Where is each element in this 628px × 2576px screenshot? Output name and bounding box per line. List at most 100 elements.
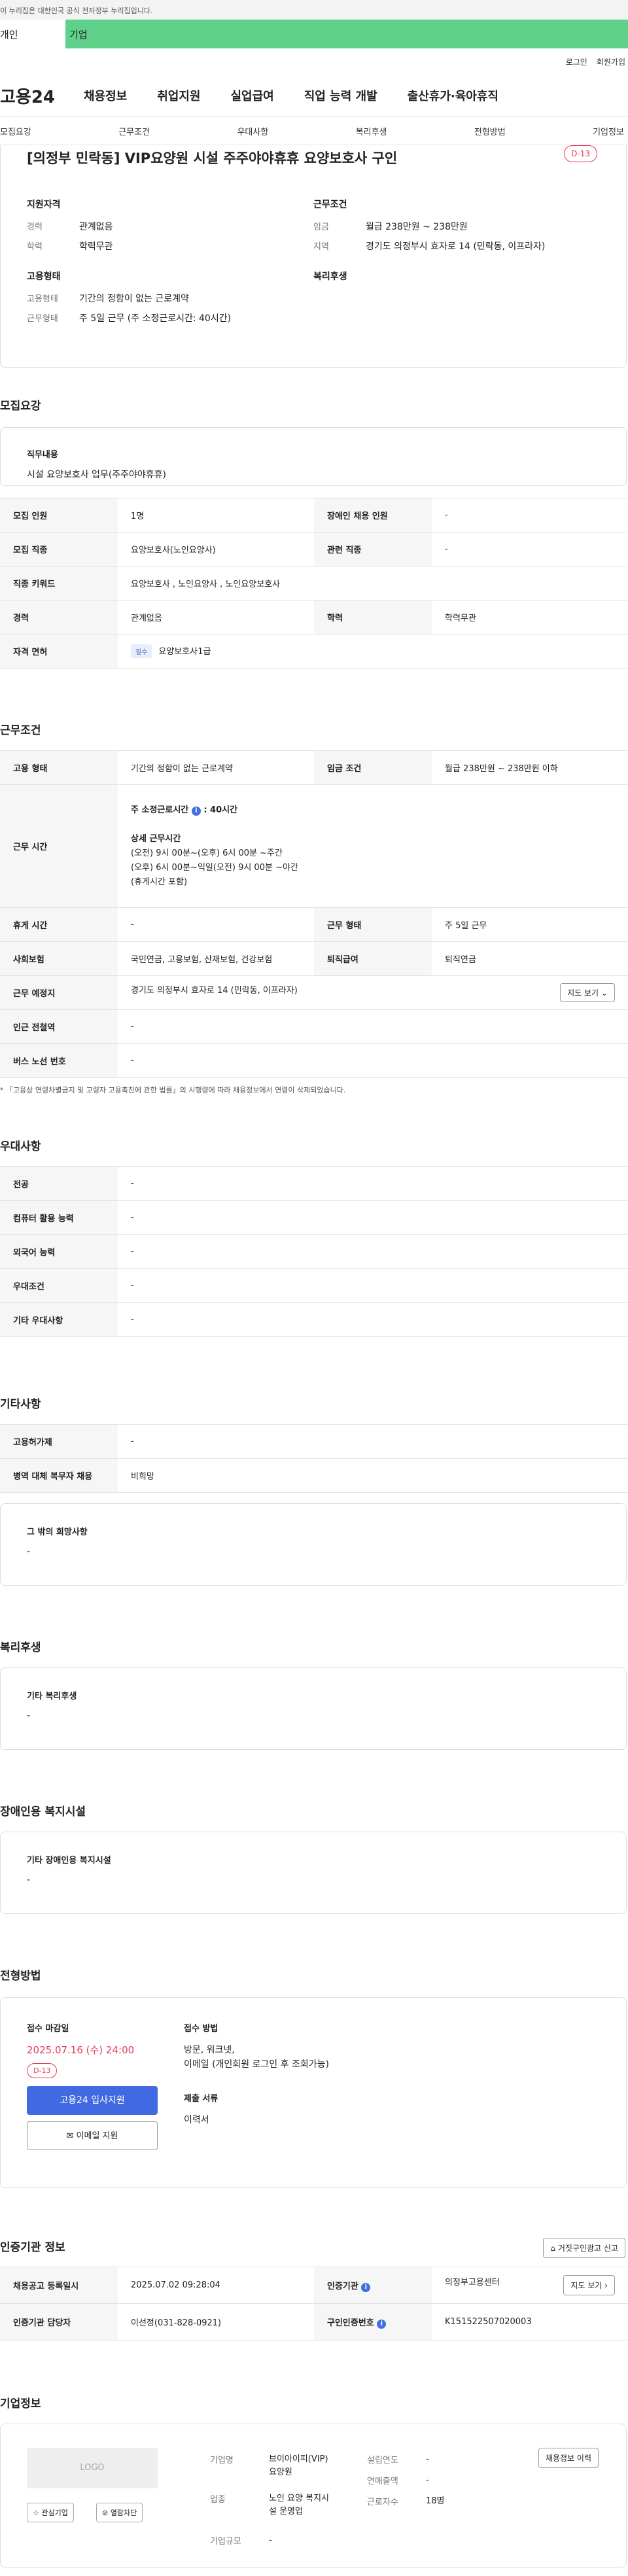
email-apply-button[interactable]: ✉ 이메일 지원 — [27, 2121, 158, 2150]
method-value: 방문, 워크넷, 이메일 (개인회원 로그인 후 조회가능) — [184, 2043, 329, 2072]
requirements-table: 모집 인원 1명 장애인 채용 인원 - 모집 직종 요양보호사(노인요양사) … — [0, 498, 628, 669]
agency-map-button[interactable]: 지도 보기 › — [563, 2275, 615, 2295]
table-value: - — [118, 1166, 628, 1201]
nav-jobs[interactable]: 채용정보 — [84, 87, 127, 104]
map-view-label: 지도 보기 — [567, 988, 599, 998]
table-key: 인증기관 i — [314, 2267, 432, 2304]
section-title-selection: 전형방법 — [0, 1970, 41, 1983]
hours-main: 주 소정근로시간 i : 40시간 — [131, 803, 615, 818]
anchor-company[interactable]: 기업정보 — [593, 125, 624, 137]
company-key: 설립연도 — [367, 2456, 398, 2465]
deadline-value: 2025.07.16 (수) 24:00 — [27, 2044, 135, 2056]
age-note: * 「고용상 연령차별금지 및 고령자 고용촉진에 관한 법률」의 시행령에 따… — [0, 1086, 346, 1094]
table-value: - — [118, 1424, 628, 1459]
summary-key: 임금 — [313, 222, 329, 232]
anchor-requirements[interactable]: 모집요강 — [0, 125, 31, 137]
table-key: 모집 인원 — [0, 498, 118, 532]
agency-map-label: 지도 보기 — [570, 2281, 602, 2290]
table-row: 기타 우대사항 - — [0, 1302, 628, 1337]
duty-value: 시설 요양보호사 업무(주주야야휴휴) — [27, 470, 167, 480]
company-card: LOGO ☆ 관심기업 ⊘ 열람차단 기업명 브이아이피(VIP)요양원 업종 노인… — [0, 2424, 627, 2567]
summary-wage: 임금 월급 238만원 ~ 238만원 — [313, 220, 600, 233]
table-value: 국민연금, 고용보험, 산재보험, 건강보험 — [118, 941, 314, 976]
agency-value: 의정부고용센터 — [445, 2278, 500, 2288]
user-type-tabs: 개인 기업 — [0, 20, 628, 48]
info-icon[interactable]: i — [191, 806, 201, 816]
summary-right: 근무조건 임금 월급 238만원 ~ 238만원 지역 경기도 의정부시 효자로 1… — [313, 198, 600, 331]
section-title-disabled-facility: 장애인용 복지시설 — [0, 1805, 86, 1819]
table-key: 근무 예정지 — [0, 975, 118, 1010]
favorite-company-button[interactable]: ☆ 관심기업 — [27, 2503, 74, 2522]
table-value: - — [432, 532, 628, 566]
table-key: 관련 직종 — [314, 532, 432, 566]
disabled-facility-value: - — [27, 1875, 31, 1885]
table-value: - — [118, 1043, 628, 1078]
company-value: 18명 — [426, 2496, 445, 2506]
deadline-label: 접수 마감일 — [27, 2024, 69, 2034]
other-wishes-label: 그 밖의 희망사항 — [27, 1527, 88, 1537]
table-value: 2025.07.02 09:28:04 — [118, 2267, 314, 2304]
job-summary-card: [의정부 민락동] VIP요양원 시설 주주야야휴휴 요양보호사 구인 D-13… — [0, 145, 627, 368]
table-key: 우대조건 — [0, 1268, 118, 1303]
summary-work-type: 근무형태 주 5일 근무 (주 소정근로시간: 40시간) — [27, 311, 313, 324]
table-row: 채용공고 등록일시 2025.07.02 09:28:04 인증기관 i 의정부… — [0, 2267, 628, 2304]
table-value: 비희망 — [118, 1458, 628, 1493]
block-view-button[interactable]: ⊘ 열람차단 — [96, 2503, 143, 2522]
table-value: 필수 요양보호사1급 — [118, 634, 628, 669]
tab-company[interactable]: 기업 — [65, 20, 628, 48]
hours-detail-line: (휴게시간 포함) — [131, 877, 188, 887]
company-value: - — [426, 2454, 429, 2464]
map-view-button[interactable]: 지도 보기 ⌄ — [560, 983, 615, 1002]
hours-detail-head: 상세 근무시간 — [131, 833, 181, 844]
home-icon: ⌂ — [550, 2244, 556, 2253]
anchor-welfare[interactable]: 복리후생 — [356, 125, 387, 137]
summary-value: 관계없음 — [79, 222, 113, 232]
company-value: - — [269, 2535, 272, 2545]
login-link[interactable]: 로그인 — [566, 56, 587, 75]
report-false-ad-button[interactable]: ⌂ 거짓구인광고 신고 — [543, 2238, 625, 2258]
hours-detail-line: (오후) 6시 00분~익일(오전) 9시 00분 ~야간 — [131, 862, 298, 873]
site-logo[interactable]: 고용24 — [0, 84, 73, 108]
required-badge: 필수 — [131, 644, 152, 658]
nav-employment-support[interactable]: 취업지원 — [157, 87, 200, 104]
other-wishes-card: 그 밖의 희망사항 - — [0, 1503, 627, 1586]
anchor-work-conditions[interactable]: 근무조건 — [118, 125, 150, 137]
nav-job-training[interactable]: 직업 능력 개발 — [304, 87, 377, 104]
info-icon[interactable]: i — [377, 2319, 387, 2329]
tab-personal[interactable]: 개인 — [0, 20, 65, 48]
anchor-selection[interactable]: 전형방법 — [474, 125, 506, 137]
section-title-welfare: 복리후생 — [0, 1641, 41, 1654]
table-row: 전공 - — [0, 1166, 628, 1201]
duty-card: 직무내용 시설 요양보호사 업무(주주야야휴휴) — [0, 427, 627, 486]
hiring-history-button[interactable]: 채용정보 이력 — [538, 2448, 599, 2468]
table-key: 장애인 채용 인원 — [314, 498, 432, 532]
table-value: 의정부고용센터 지도 보기 › — [432, 2267, 628, 2304]
table-row: 외국어 능력 - — [0, 1234, 628, 1269]
company-logo: LOGO — [27, 2448, 158, 2488]
section-title-requirements: 모집요강 — [0, 400, 41, 413]
summary-value: 월급 238만원 ~ 238만원 — [366, 222, 468, 232]
anchor-preferences[interactable]: 우대사항 — [237, 125, 268, 137]
table-row: 컴퓨터 활용 능력 - — [0, 1200, 628, 1235]
summary-area: 지역 경기도 의정부시 효자로 14 (민락동, 이프라자) — [313, 239, 600, 252]
summary-key: 지역 — [313, 242, 329, 252]
info-icon[interactable]: i — [361, 2282, 371, 2292]
apply-button[interactable]: 고용24 입사지원 — [27, 2086, 158, 2115]
table-key: 직종 키워드 — [0, 566, 118, 600]
preferences-table: 전공 - 컴퓨터 활용 능력 - 외국어 능력 - 우대조건 - 기타 우대사항 - — [0, 1166, 628, 1337]
summary-key: 학력 — [27, 242, 43, 252]
company-key: 근로자수 — [367, 2498, 398, 2507]
other-wishes-value: - — [27, 1546, 31, 1557]
utility-links: 로그인 회원가입 — [0, 48, 628, 75]
welfare-label: 기타 복리후생 — [27, 1692, 77, 1701]
table-row: 병역 대체 복무자 채용 비희망 — [0, 1458, 628, 1493]
section-title-etc: 기타사항 — [0, 1398, 41, 1411]
table-value: 월급 238만원 ~ 238만원 이하 — [432, 750, 628, 785]
nav-parental-leave[interactable]: 출산휴가·육아휴직 — [408, 87, 498, 104]
join-link[interactable]: 회원가입 — [597, 56, 625, 75]
table-key: 고용 형태 — [0, 750, 118, 785]
summary-key: 경력 — [27, 222, 43, 232]
table-value: - — [118, 1268, 628, 1303]
table-value: 기간의 정함이 없는 근로계약 — [118, 750, 314, 785]
nav-unemployment-benefit[interactable]: 실업급여 — [231, 87, 274, 104]
